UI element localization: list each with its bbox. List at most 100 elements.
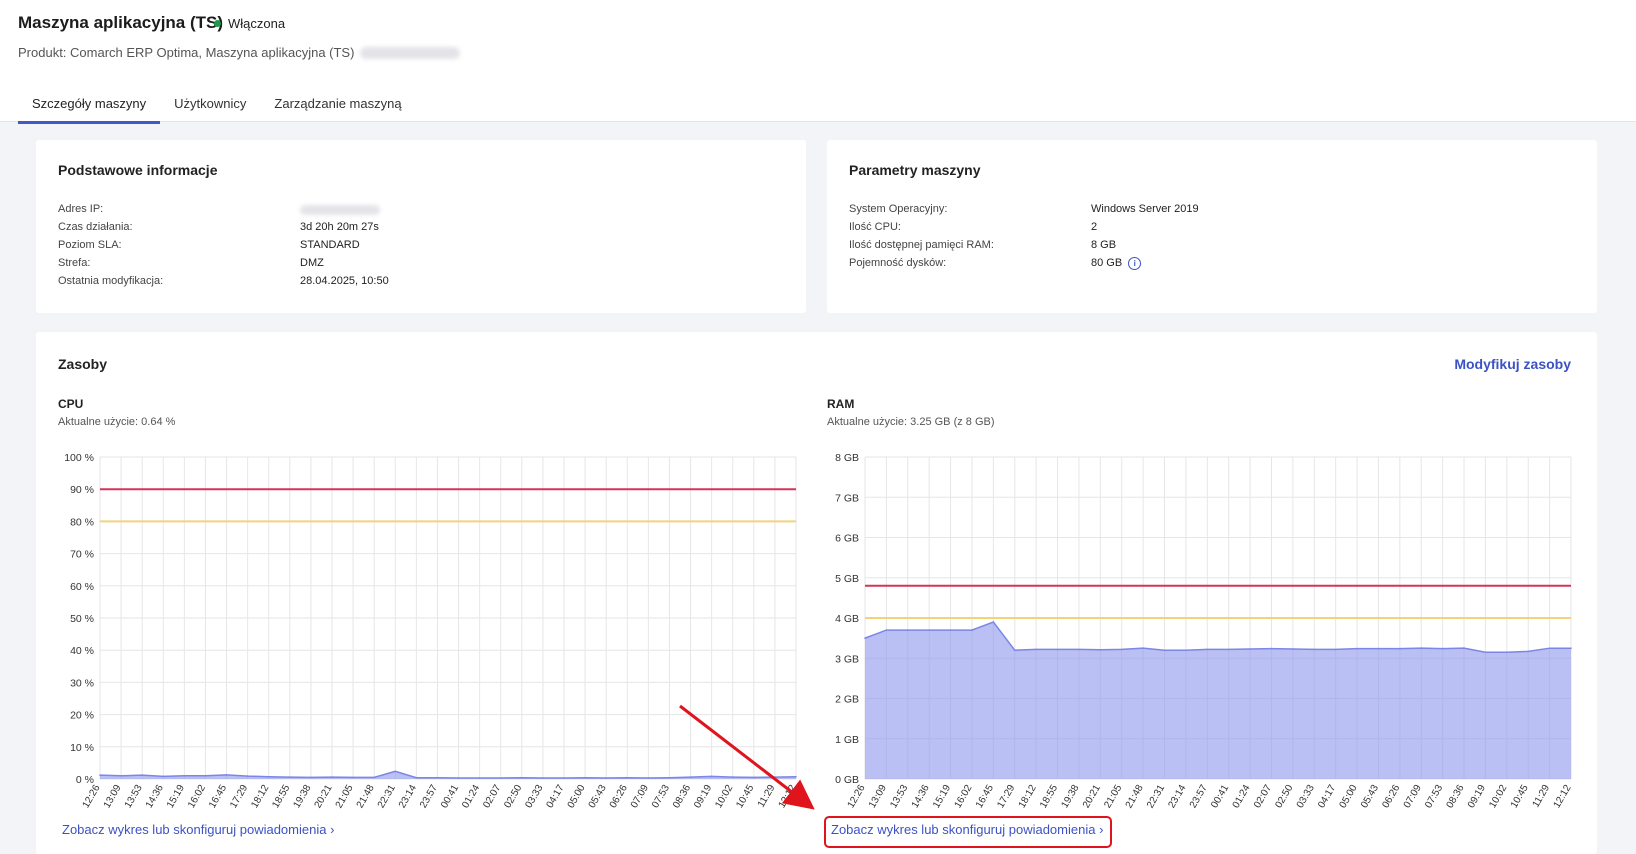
- x-tick-label: 13:53: [123, 783, 145, 811]
- tab-bar: Szczegóły maszyny Użytkownicy Zarządzani…: [18, 92, 416, 124]
- data-point: [626, 776, 629, 779]
- data-point: [795, 775, 797, 778]
- x-tick-label: 12:26: [846, 783, 868, 811]
- data-point: [1163, 649, 1166, 651]
- data-point: [584, 776, 586, 779]
- resources-card: Zasoby Modyfikuj zasoby CPU Aktualne uży…: [36, 332, 1597, 854]
- machine-params-list: System Operacyjny: Windows Server 2019 Il…: [849, 200, 1549, 272]
- data-point: [436, 776, 439, 779]
- data-point: [605, 777, 607, 779]
- basic-info-list: Adres IP: Czas działania: 3d 20h 20m 27s …: [58, 200, 758, 290]
- y-tick-label: 40 %: [70, 645, 94, 657]
- param-row-ram: Ilość dostępnej pamięci RAM: 8 GB: [849, 239, 1117, 251]
- x-tick-label: 09:19: [692, 783, 714, 811]
- x-tick-label: 15:19: [165, 783, 187, 811]
- x-tick-label: 10:45: [1509, 783, 1531, 811]
- redacted-ip: [300, 205, 380, 215]
- x-tick-label: 05:43: [1359, 783, 1381, 811]
- x-tick-label: 18:55: [1038, 783, 1060, 811]
- x-tick-label: 02:07: [1252, 783, 1274, 811]
- product-label: Produkt: Comarch ERP Optima, Maszyna apl…: [18, 45, 355, 60]
- x-tick-label: 07:09: [1402, 783, 1424, 811]
- x-tick-label: 19:38: [291, 783, 313, 811]
- x-tick-label: 06:26: [608, 783, 630, 811]
- data-point: [1420, 647, 1423, 649]
- data-point: [521, 776, 523, 779]
- resources-title: Zasoby: [58, 356, 108, 372]
- data-point: [141, 774, 143, 776]
- data-point: [689, 776, 692, 778]
- ram-current-usage: Aktualne użycie: 3.25 GB (z 8 GB): [827, 416, 995, 428]
- y-tick-label: 8 GB: [835, 452, 859, 464]
- x-tick-label: 04:17: [1316, 783, 1338, 811]
- x-tick-label: 05:00: [566, 783, 588, 811]
- x-tick-label: 13:09: [102, 783, 124, 811]
- data-point: [731, 776, 734, 778]
- x-tick-label: 18:55: [270, 783, 292, 811]
- x-tick-label: 15:19: [931, 783, 953, 811]
- x-tick-label: 03:33: [523, 783, 545, 811]
- data-point: [1313, 648, 1316, 651]
- product-subtitle: Produkt: Comarch ERP Optima, Maszyna apl…: [18, 45, 461, 60]
- x-tick-label: 22:31: [1145, 783, 1167, 811]
- chevron-right-icon: ›: [330, 822, 335, 837]
- data-point: [1185, 649, 1187, 651]
- data-point: [331, 776, 333, 778]
- x-tick-label: 23:14: [397, 783, 419, 811]
- data-point: [992, 621, 995, 623]
- x-tick-label: 02:07: [481, 783, 503, 811]
- status-dot-icon: [214, 20, 221, 27]
- x-tick-label: 16:02: [953, 783, 975, 811]
- data-point: [885, 629, 888, 631]
- x-tick-label: 00:41: [1209, 783, 1231, 811]
- data-point: [668, 776, 671, 779]
- y-tick-label: 80 %: [70, 516, 94, 528]
- x-tick-label: 21:48: [355, 783, 377, 811]
- data-point: [310, 776, 312, 779]
- cpu-chart-link[interactable]: Zobacz wykres lub skonfiguruj powiadomie…: [62, 822, 334, 837]
- data-point: [99, 774, 101, 776]
- y-tick-label: 90 %: [70, 484, 94, 496]
- tab-users[interactable]: Użytkownicy: [160, 92, 260, 124]
- y-tick-label: 5 GB: [835, 573, 859, 585]
- x-tick-label: 23:57: [418, 783, 440, 811]
- data-point: [499, 777, 502, 779]
- y-tick-label: 60 %: [70, 581, 94, 593]
- x-tick-label: 09:19: [1466, 783, 1488, 811]
- page-header: Maszyna aplikacyjna (TS) Włączona Produk…: [0, 0, 1636, 124]
- data-point: [457, 777, 460, 779]
- data-point: [1570, 647, 1572, 649]
- tab-machine-management[interactable]: Zarządzanie maszyną: [260, 92, 415, 124]
- data-point: [710, 775, 713, 778]
- data-point: [1506, 651, 1508, 654]
- data-point: [1099, 648, 1102, 651]
- x-tick-label: 06:26: [1380, 783, 1402, 811]
- data-point: [267, 775, 270, 778]
- info-icon[interactable]: i: [1128, 256, 1142, 270]
- x-tick-label: 04:17: [545, 783, 567, 811]
- basic-info-title: Podstawowe informacje: [58, 162, 218, 178]
- tab-machine-details[interactable]: Szczegóły maszyny: [18, 92, 161, 124]
- data-point: [1548, 647, 1551, 649]
- x-tick-label: 14:36: [144, 783, 166, 811]
- data-point: [415, 776, 418, 779]
- x-tick-label: 01:24: [460, 783, 482, 811]
- y-tick-label: 20 %: [70, 710, 94, 722]
- x-tick-label: 03:33: [1295, 783, 1317, 811]
- x-tick-label: 21:48: [1124, 783, 1146, 811]
- y-tick-label: 7 GB: [835, 492, 859, 504]
- cpu-chart-title: CPU: [58, 397, 84, 411]
- data-point: [1056, 648, 1059, 651]
- x-tick-label: 21:05: [334, 783, 356, 811]
- x-tick-label: 08:36: [1445, 783, 1467, 811]
- ram-chart: 0 GB 1 GB 2 GB 3 GB 4 GB 5 GB 6 GB 7 GB 8 GB 12:2…: [835, 452, 1574, 811]
- data-point: [753, 776, 755, 779]
- cpu-current-usage: Aktualne użycie: 0.64 %: [58, 416, 176, 428]
- data-point: [289, 776, 291, 778]
- cpu-chart: 0 %10 %20 %30 %40 %50 %60 %70 %80 %90 %1…: [64, 452, 799, 811]
- data-point: [1484, 651, 1487, 654]
- data-point: [928, 629, 930, 631]
- x-tick-label: 16:45: [207, 783, 229, 811]
- modify-resources-link[interactable]: Modyfikuj zasoby: [1454, 356, 1571, 372]
- data-point: [373, 776, 375, 779]
